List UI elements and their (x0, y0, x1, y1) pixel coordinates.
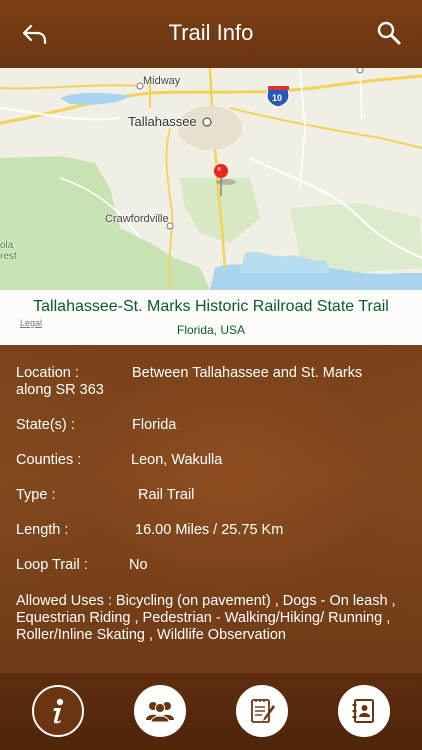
tab-community[interactable] (134, 685, 186, 737)
location-label: Location : (16, 365, 79, 381)
length-label: Length : (16, 522, 69, 538)
trail-details: Location : Between Tallahassee and St. M… (0, 345, 422, 673)
map-legal-link[interactable]: Legal (20, 318, 42, 328)
location-value-cont: along SR 363 (16, 382, 104, 398)
map-label-park-a: ola (0, 240, 14, 251)
tab-info[interactable] (32, 685, 84, 737)
counties-label: Counties : (16, 452, 82, 468)
states-label: State(s) : (16, 417, 75, 433)
address-book-icon (352, 699, 374, 723)
trail-map[interactable]: Midway Tallahassee Crawfordville ola res… (0, 68, 422, 345)
allowed-uses: Allowed Uses : Bicycling (on pavement) ,… (16, 593, 396, 643)
states-value: Florida (132, 417, 177, 433)
tab-notes[interactable] (236, 685, 288, 737)
states-row: State(s) : Florida (16, 417, 406, 434)
location-value: Between Tallahassee and St. Marks (132, 365, 363, 381)
location-row: Location : Between Tallahassee and St. M… (16, 365, 406, 399)
page-title: Trail Info (168, 20, 254, 45)
type-value: Rail Trail (138, 487, 195, 503)
bottom-tab-bar (0, 673, 422, 750)
search-icon[interactable] (376, 20, 402, 46)
trail-location: Florida, USA (176, 323, 246, 337)
map-label-highway: 10 (272, 93, 283, 103)
tab-contacts[interactable] (338, 685, 390, 737)
loop-value: No (129, 557, 148, 573)
length-value: 16.00 Miles / 25.75 Km (135, 522, 284, 538)
notepad-icon (251, 699, 275, 723)
map-label-crawfordville: Crawfordville (105, 213, 169, 225)
counties-row: Counties : Leon, Wakulla (16, 452, 406, 469)
length-row: Length : 16.00 Miles / 25.75 Km (16, 522, 406, 539)
loop-row: Loop Trail : No (16, 557, 406, 574)
info-icon (53, 698, 64, 724)
counties-value: Leon, Wakulla (131, 452, 223, 468)
type-label: Type : (16, 487, 56, 503)
type-row: Type : Rail Trail (16, 487, 406, 504)
map-label-park-b: rest (0, 251, 17, 262)
top-bar: Trail Info (0, 0, 422, 68)
loop-label: Loop Trail : (16, 557, 88, 573)
trail-name: Tallahassee-St. Marks Historic Railroad … (33, 298, 389, 315)
map-label-tallahassee: Tallahassee (128, 114, 197, 129)
map-label-midway: Midway (143, 75, 181, 87)
people-icon (146, 702, 174, 723)
